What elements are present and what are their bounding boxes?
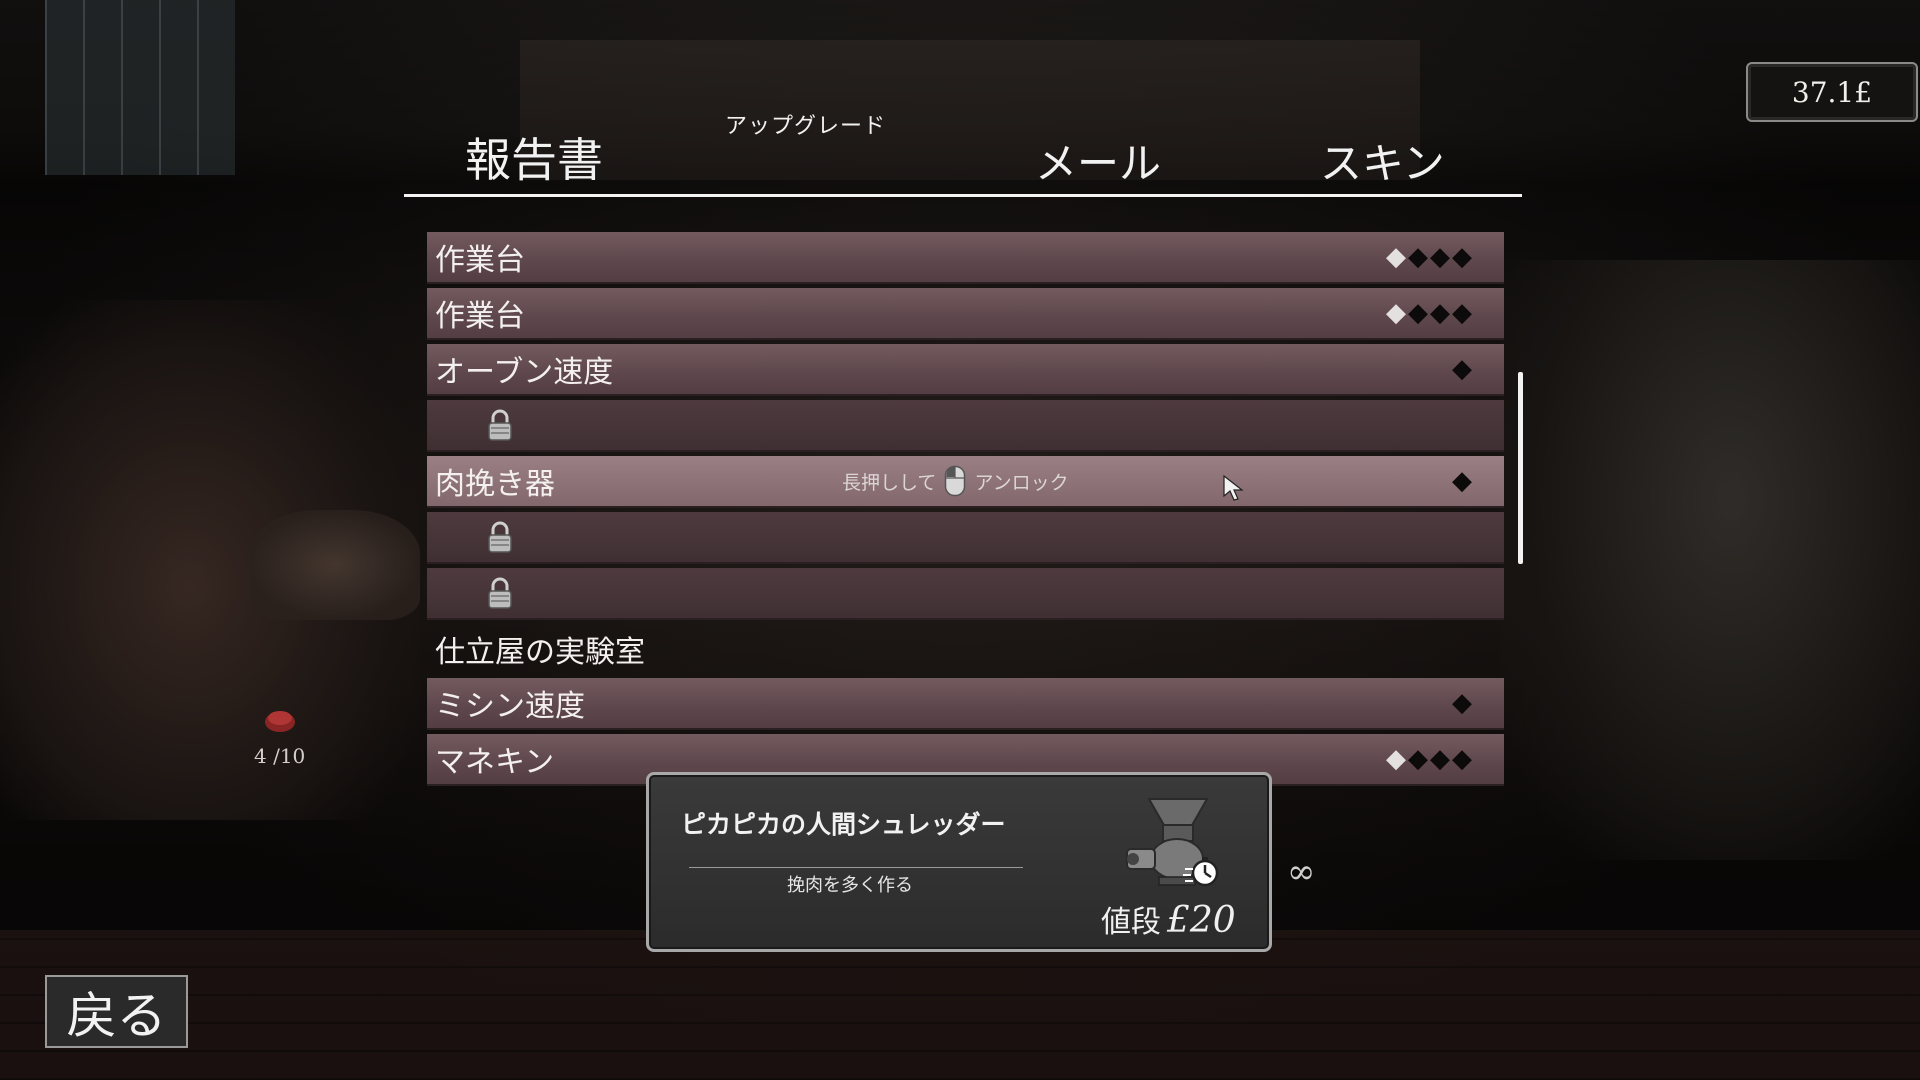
capacity-counter: 4 /10 bbox=[254, 744, 306, 768]
level-diamond-filled-icon: ◆ bbox=[1452, 688, 1474, 718]
upgrade-row-locked[interactable] bbox=[427, 400, 1504, 452]
upgrade-row-workbench-2[interactable]: 作業台 ◆◆◆◆ bbox=[427, 288, 1504, 340]
level-diamonds: ◆ bbox=[1452, 354, 1474, 384]
upgrade-row-label: 作業台 bbox=[435, 243, 525, 278]
tab-skin[interactable]: スキン bbox=[1320, 130, 1445, 191]
unlock-hint: 長押しして アンロック bbox=[842, 465, 1069, 497]
level-diamonds: ◆◆◆◆ bbox=[1386, 744, 1474, 774]
padlock-icon bbox=[488, 409, 512, 441]
list-scrollbar[interactable] bbox=[1518, 372, 1523, 564]
background-left-shelf bbox=[0, 300, 420, 820]
upgrade-row-workbench-1[interactable]: 作業台 ◆◆◆◆ bbox=[427, 232, 1504, 284]
level-diamond-empty-icon: ◆ bbox=[1386, 242, 1408, 272]
background-brick-wall bbox=[0, 930, 1920, 1080]
upgrade-row-oven-speed[interactable]: オーブン速度 ◆ bbox=[427, 344, 1504, 396]
level-diamond-filled-icon: ◆◆◆ bbox=[1408, 242, 1474, 272]
padlock-icon bbox=[488, 577, 512, 609]
upgrade-row-locked[interactable] bbox=[427, 512, 1504, 564]
upgrade-row-label: オーブン速度 bbox=[435, 355, 614, 390]
level-diamond-filled-icon: ◆◆◆ bbox=[1408, 744, 1474, 774]
background-window bbox=[45, 0, 235, 175]
infinity-icon: ∞ bbox=[1287, 852, 1316, 892]
level-diamond-filled-icon: ◆◆◆ bbox=[1408, 298, 1474, 328]
upgrade-row-sewing-speed[interactable]: ミシン速度 ◆ bbox=[427, 678, 1504, 730]
tooltip-divider bbox=[689, 867, 1023, 868]
section-header-label: 仕立屋の実験室 bbox=[435, 635, 645, 670]
background-right-shelf bbox=[1500, 260, 1920, 860]
upgrade-row-label: ミシン速度 bbox=[435, 689, 585, 724]
capacity-icon bbox=[265, 711, 295, 732]
upgrade-row-meat-grinder[interactable]: 肉挽き器 長押しして アンロック ◆ bbox=[427, 456, 1504, 508]
background-crates bbox=[520, 40, 1420, 180]
price-label: 値段 bbox=[1101, 905, 1161, 940]
price-amount: £20 bbox=[1167, 900, 1236, 941]
tooltip-description: 挽肉を多く作る bbox=[787, 875, 913, 896]
level-diamond-empty-icon: ◆ bbox=[1386, 298, 1408, 328]
level-diamonds: ◆◆◆◆ bbox=[1386, 298, 1474, 328]
unlock-hint-text: アンロック bbox=[974, 471, 1069, 494]
tab-mail[interactable]: メール bbox=[1035, 130, 1161, 191]
upgrade-row-locked[interactable] bbox=[427, 568, 1504, 620]
padlock-icon bbox=[488, 521, 512, 553]
upgrade-row-label: マネキン bbox=[435, 745, 555, 780]
tooltip-price: 値段 £20 bbox=[1101, 897, 1236, 941]
back-button[interactable]: 戻る bbox=[45, 975, 188, 1048]
upgrade-list: 作業台 ◆◆◆◆ 作業台 ◆◆◆◆ オーブン速度 ◆ 肉挽き器 長押しして アン… bbox=[427, 232, 1504, 790]
level-diamond-filled-icon: ◆ bbox=[1452, 354, 1474, 384]
upgrade-row-label: 肉挽き器 bbox=[435, 467, 555, 502]
money-display: 37.1£ bbox=[1746, 62, 1918, 122]
tab-upgrade[interactable]: アップグレード bbox=[725, 108, 886, 140]
tooltip-title: ピカピカの人間シュレッダー bbox=[681, 810, 1006, 839]
upgrade-row-label: 作業台 bbox=[435, 299, 525, 334]
level-diamonds: ◆◆◆◆ bbox=[1386, 242, 1474, 272]
level-diamond-filled-icon: ◆ bbox=[1452, 466, 1474, 496]
cursor-pointer-icon bbox=[1223, 474, 1244, 501]
section-header-tailor-lab: 仕立屋の実験室 bbox=[427, 624, 1504, 674]
tab-report[interactable]: 報告書 bbox=[465, 124, 603, 190]
meat-grinder-timer-icon bbox=[1126, 798, 1219, 887]
level-diamonds: ◆ bbox=[1452, 466, 1474, 496]
mouse-icon bbox=[945, 465, 966, 497]
level-diamonds: ◆ bbox=[1452, 688, 1474, 718]
upgrade-tooltip: ピカピカの人間シュレッダー 挽肉を多く作る 値段 £20 bbox=[646, 772, 1272, 952]
unlock-hint-text: 長押しして bbox=[842, 471, 937, 494]
tab-underline bbox=[404, 194, 1522, 197]
background-meat-grinder-prop bbox=[250, 510, 420, 620]
level-diamond-empty-icon: ◆ bbox=[1386, 744, 1408, 774]
